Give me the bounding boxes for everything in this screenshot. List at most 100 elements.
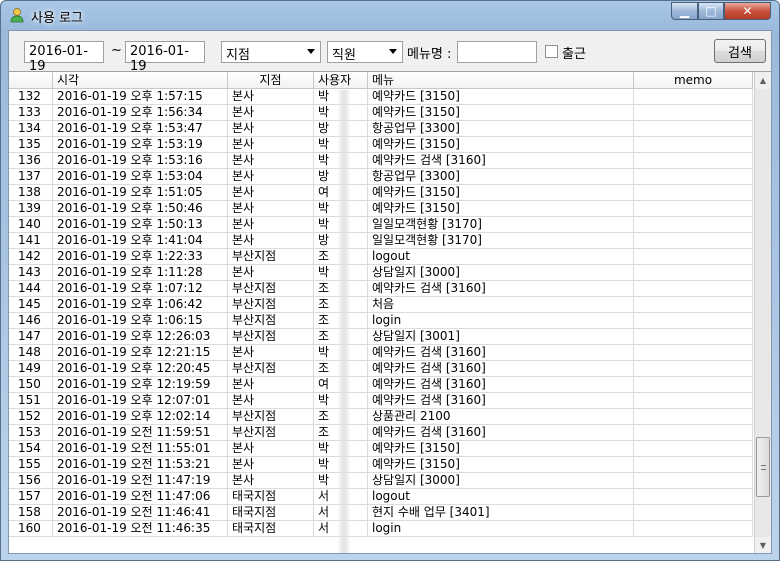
header-menu[interactable]: 메뉴	[368, 72, 634, 88]
table-row[interactable]: 141 2016-01-19 오후 1:41:04 본사 방 일일모객현황 [3170]	[9, 233, 753, 249]
time-cell: 2016-01-19 오전 11:47:19	[53, 473, 228, 488]
memo-cell	[634, 201, 753, 216]
row-number-cell: 141	[9, 233, 53, 248]
menu-cell: 상담일지 [3001]	[368, 329, 634, 344]
table-row[interactable]: 160 2016-01-19 오전 11:46:35 태국지점 서 login	[9, 521, 753, 537]
close-button[interactable]: ✕	[724, 2, 771, 20]
chevron-down-icon[interactable]: ▼	[755, 537, 771, 553]
header-time[interactable]: 시각	[53, 72, 228, 88]
user-icon	[9, 7, 25, 23]
table-row[interactable]: 154 2016-01-19 오전 11:55:01 본사 박 예약카드 [3150]	[9, 441, 753, 457]
table-row[interactable]: 156 2016-01-19 오전 11:47:19 본사 박 상담일지 [3000]	[9, 473, 753, 489]
row-number-cell: 154	[9, 441, 53, 456]
checkout-label: 출근	[562, 47, 586, 62]
menu-cell: 예약카드 [3150]	[368, 185, 634, 200]
row-number-cell: 135	[9, 137, 53, 152]
row-number-cell: 145	[9, 297, 53, 312]
table-row[interactable]: 144 2016-01-19 오후 1:07:12 부산지점 조 예약카드 검색 [31…	[9, 281, 753, 297]
grid-header: 시각 지점 사용자 메뉴 memo	[9, 72, 753, 89]
menu-cell: 상담일지 [3000]	[368, 473, 634, 488]
branch-cell: 본사	[228, 473, 314, 488]
row-number-cell: 160	[9, 521, 53, 536]
row-number-cell: 144	[9, 281, 53, 296]
time-cell: 2016-01-19 오전 11:55:01	[53, 441, 228, 456]
chevron-up-icon[interactable]: ▲	[755, 72, 771, 89]
memo-cell	[634, 473, 753, 488]
menu-cell: 예약카드 검색 [3160]	[368, 345, 634, 360]
table-row[interactable]: 145 2016-01-19 오후 1:06:42 부산지점 조 처음	[9, 297, 753, 313]
table-row[interactable]: 143 2016-01-19 오후 1:11:28 본사 박 상담일지 [3000]	[9, 265, 753, 281]
header-branch[interactable]: 지점	[228, 72, 314, 88]
row-number-cell: 151	[9, 393, 53, 408]
branch-cell: 부산지점	[228, 313, 314, 328]
table-row[interactable]: 139 2016-01-19 오후 1:50:46 본사 박 예약카드 [3150]	[9, 201, 753, 217]
table-row[interactable]: 153 2016-01-19 오전 11:59:51 부산지점 조 예약카드 검색 [3…	[9, 425, 753, 441]
header-user[interactable]: 사용자	[314, 72, 368, 88]
table-row[interactable]: 132 2016-01-19 오후 1:57:15 본사 박 예약카드 [3150]	[9, 89, 753, 105]
memo-cell	[634, 489, 753, 504]
table-row[interactable]: 147 2016-01-19 오후 12:26:03 부산지점 조 상담일지 [3001…	[9, 329, 753, 345]
memo-cell	[634, 297, 753, 312]
vertical-scrollbar[interactable]: ▲ ▼	[754, 72, 771, 553]
branch-select[interactable]: 지점	[221, 41, 321, 63]
row-number-cell: 156	[9, 473, 53, 488]
row-number-cell: 155	[9, 457, 53, 472]
branch-cell: 태국지점	[228, 521, 314, 536]
checkout-checkbox[interactable]	[545, 45, 558, 58]
menu-name-input[interactable]	[457, 41, 537, 63]
filter-toolbar: 2016-01-19 ~ 2016-01-19 지점 직원 메뉴명 : 출근 검…	[9, 31, 771, 74]
branch-select-value: 지점	[226, 48, 250, 63]
maximize-button[interactable]: □	[698, 2, 724, 20]
chevron-down-icon	[307, 49, 315, 54]
table-row[interactable]: 158 2016-01-19 오전 11:46:41 태국지점 서 현지 수배 업무 […	[9, 505, 753, 521]
table-row[interactable]: 148 2016-01-19 오후 12:21:15 본사 박 예약카드 검색 [316…	[9, 345, 753, 361]
table-row[interactable]: 138 2016-01-19 오후 1:51:05 본사 여 예약카드 [3150]	[9, 185, 753, 201]
grip-icon	[761, 465, 766, 470]
date-to-picker[interactable]: 2016-01-19	[125, 41, 205, 74]
branch-cell: 본사	[228, 169, 314, 184]
row-number-cell: 146	[9, 313, 53, 328]
time-cell: 2016-01-19 오후 1:53:19	[53, 137, 228, 152]
table-row[interactable]: 137 2016-01-19 오후 1:53:04 본사 방 항공업무 [3300]	[9, 169, 753, 185]
table-row[interactable]: 134 2016-01-19 오후 1:53:47 본사 방 항공업무 [3300]	[9, 121, 753, 137]
table-row[interactable]: 140 2016-01-19 오후 1:50:13 본사 박 일일모객현황 [3170]	[9, 217, 753, 233]
table-row[interactable]: 155 2016-01-19 오전 11:53:21 본사 박 예약카드 [3150]	[9, 457, 753, 473]
header-memo[interactable]: memo	[634, 72, 753, 88]
search-button[interactable]: 검색	[714, 39, 766, 63]
table-row[interactable]: 157 2016-01-19 오전 11:47:06 태국지점 서 logout	[9, 489, 753, 505]
scroll-thumb[interactable]	[756, 437, 770, 497]
staff-select[interactable]: 직원	[327, 41, 403, 63]
title-bar: 사용 로그 ▁ □ ✕	[1, 1, 779, 29]
row-number-cell: 137	[9, 169, 53, 184]
branch-cell: 본사	[228, 457, 314, 472]
row-number-cell: 136	[9, 153, 53, 168]
window-title: 사용 로그	[31, 11, 83, 26]
time-cell: 2016-01-19 오후 12:21:15	[53, 345, 228, 360]
time-cell: 2016-01-19 오후 1:41:04	[53, 233, 228, 248]
memo-cell	[634, 313, 753, 328]
row-number-cell: 152	[9, 409, 53, 424]
time-cell: 2016-01-19 오후 12:26:03	[53, 329, 228, 344]
branch-cell: 본사	[228, 137, 314, 152]
table-row[interactable]: 152 2016-01-19 오후 12:02:14 부산지점 조 상품관리 2100	[9, 409, 753, 425]
table-row[interactable]: 136 2016-01-19 오후 1:53:16 본사 박 예약카드 검색 [3160…	[9, 153, 753, 169]
memo-cell	[634, 377, 753, 392]
row-number-cell: 150	[9, 377, 53, 392]
table-row[interactable]: 133 2016-01-19 오후 1:56:34 본사 박 예약카드 [3150]	[9, 105, 753, 121]
redaction-blur	[337, 90, 351, 553]
table-row[interactable]: 150 2016-01-19 오후 12:19:59 본사 여 예약카드 검색 [316…	[9, 377, 753, 393]
table-row[interactable]: 151 2016-01-19 오후 12:07:01 본사 박 예약카드 검색 [316…	[9, 393, 753, 409]
memo-cell	[634, 441, 753, 456]
time-cell: 2016-01-19 오후 1:53:16	[53, 153, 228, 168]
time-cell: 2016-01-19 오후 1:53:04	[53, 169, 228, 184]
table-row[interactable]: 146 2016-01-19 오후 1:06:15 부산지점 조 login	[9, 313, 753, 329]
table-row[interactable]: 142 2016-01-19 오후 1:22:33 부산지점 조 logout	[9, 249, 753, 265]
staff-select-value: 직원	[332, 48, 356, 63]
row-number-cell: 148	[9, 345, 53, 360]
branch-cell: 본사	[228, 441, 314, 456]
minimize-button[interactable]: ▁	[671, 2, 698, 20]
table-row[interactable]: 135 2016-01-19 오후 1:53:19 본사 박 예약카드 [3150]	[9, 137, 753, 153]
header-row-number[interactable]	[9, 72, 53, 88]
table-row[interactable]: 149 2016-01-19 오후 12:20:45 부산지점 조 예약카드 검색 [3…	[9, 361, 753, 377]
date-from-picker[interactable]: 2016-01-19	[24, 41, 104, 74]
